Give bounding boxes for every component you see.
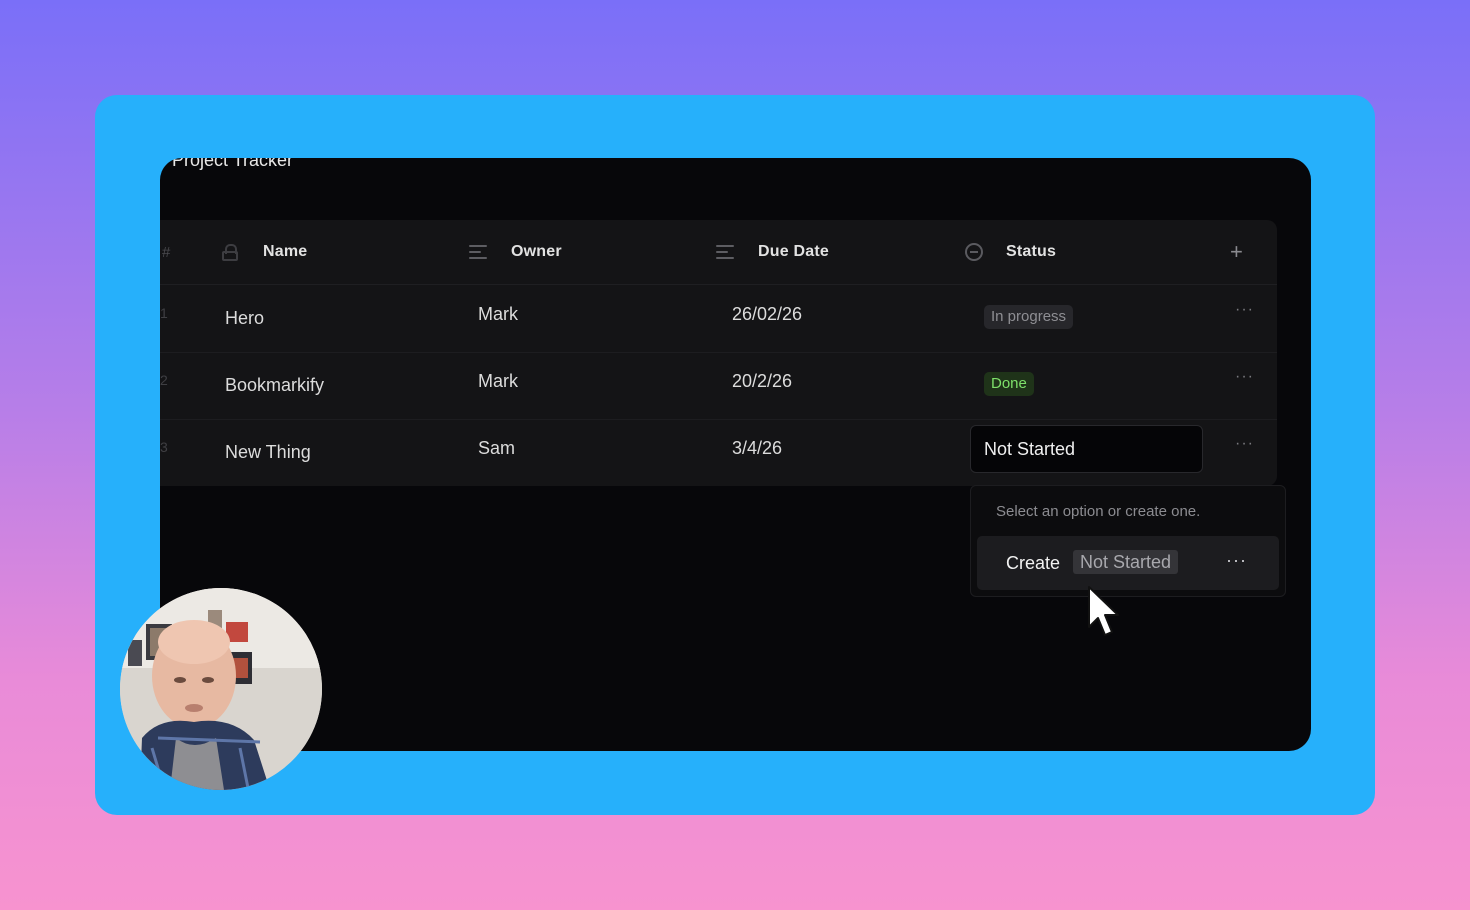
row-owner[interactable]: Mark xyxy=(478,304,518,325)
create-option-button[interactable]: Create Not Started ··· xyxy=(977,536,1279,590)
webcam-overlay xyxy=(120,588,322,790)
status-badge[interactable]: Done xyxy=(984,372,1034,396)
text-lines-icon xyxy=(469,245,487,259)
column-label-due-date: Due Date xyxy=(758,243,829,260)
row-due-date[interactable]: 3/4/26 xyxy=(732,438,782,459)
row-more-button[interactable]: ··· xyxy=(1235,301,1254,319)
column-header-number: # xyxy=(162,242,170,262)
row-more-button[interactable]: ··· xyxy=(1235,435,1254,453)
option-more-button[interactable]: ··· xyxy=(1226,550,1247,571)
table-header: # Name Owner Due Date Status + xyxy=(160,220,1277,285)
column-label-name: Name xyxy=(263,243,308,260)
status-badge[interactable]: In progress xyxy=(984,305,1074,329)
row-owner[interactable]: Sam xyxy=(478,438,515,459)
column-label-owner: Owner xyxy=(511,243,562,260)
text-lines-icon xyxy=(716,245,734,259)
row-due-date[interactable]: 26/02/26 xyxy=(732,304,802,325)
column-header-due-date[interactable]: Due Date xyxy=(716,242,829,262)
row-number: 1 xyxy=(160,305,168,321)
row-number: 3 xyxy=(160,439,168,455)
row-more-button[interactable]: ··· xyxy=(1235,368,1254,386)
status-icon xyxy=(965,243,983,261)
add-column-button[interactable]: + xyxy=(1230,241,1243,263)
column-label-status: Status xyxy=(1006,243,1057,260)
table-row[interactable]: 1 Hero Mark 26/02/26 In progress ··· xyxy=(160,285,1277,353)
row-due-date[interactable]: 20/2/26 xyxy=(732,371,792,392)
column-header-owner[interactable]: Owner xyxy=(469,242,562,262)
presenter-video-icon xyxy=(120,588,322,790)
row-owner[interactable]: Mark xyxy=(478,371,518,392)
create-label: Create xyxy=(1006,553,1061,573)
row-number: 2 xyxy=(160,372,168,388)
dropdown-hint: Select an option or create one. xyxy=(996,503,1201,520)
lock-icon xyxy=(222,244,238,261)
app-window: Project Tracker # Name Owner Due Date St… xyxy=(160,158,1311,751)
row-name[interactable]: New Thing xyxy=(225,442,311,463)
new-option-chip: Not Started xyxy=(1073,550,1179,574)
column-header-name[interactable]: Name xyxy=(222,242,307,262)
status-select-input[interactable]: Not Started xyxy=(970,425,1203,473)
table-row[interactable]: 2 Bookmarkify Mark 20/2/26 Done ··· xyxy=(160,352,1277,420)
status-dropdown: Select an option or create one. Create N… xyxy=(970,485,1286,597)
row-name[interactable]: Bookmarkify xyxy=(225,375,324,396)
row-name[interactable]: Hero xyxy=(225,308,264,329)
column-label-number: # xyxy=(162,243,171,261)
column-header-status[interactable]: Status xyxy=(965,242,1056,262)
mouse-cursor-icon xyxy=(1088,586,1119,636)
page-title: Project Tracker xyxy=(172,158,294,170)
